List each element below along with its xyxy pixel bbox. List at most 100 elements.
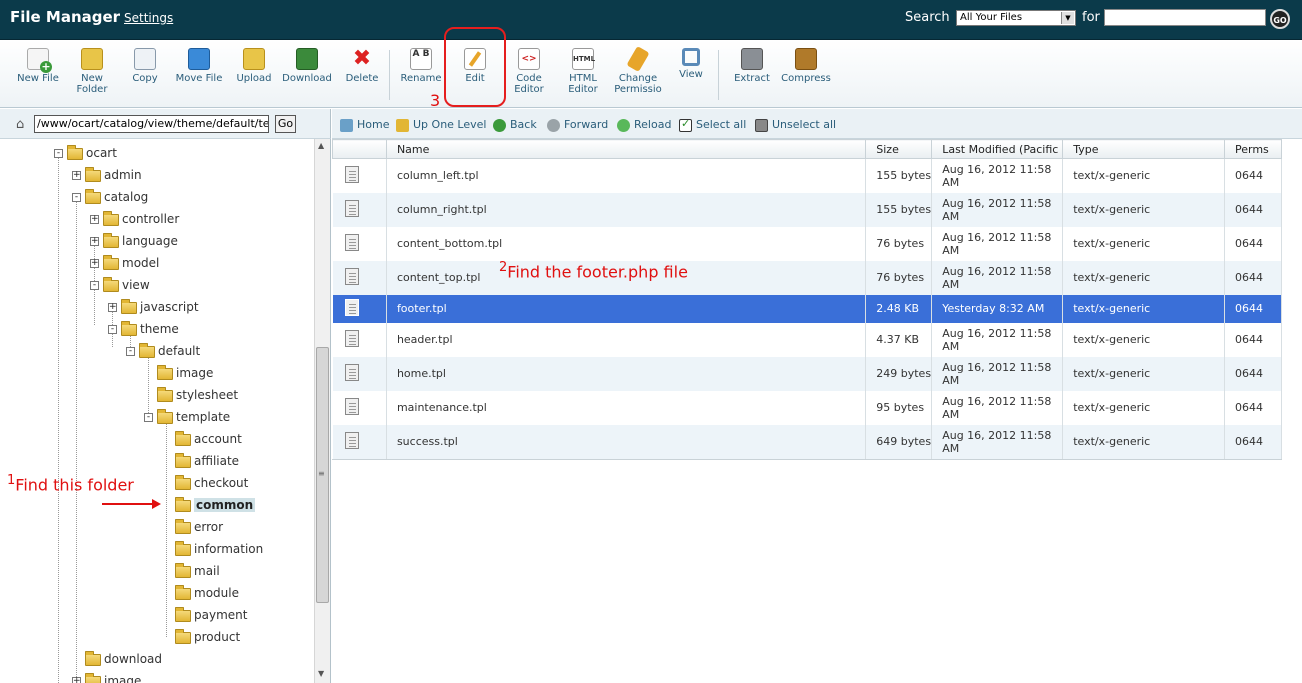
code-editor-button[interactable]: <> Code Editor [501,48,557,95]
tree-item-javascript[interactable]: + javascript [108,298,199,316]
new-folder-button[interactable]: New Folder [64,48,120,95]
column-header-modified[interactable]: Last Modified (Pacific Daylight Time) [931,139,1064,159]
tree-item-common[interactable]: common [175,496,256,514]
nav-forward-button[interactable]: Forward [547,118,608,132]
rename-button[interactable]: A B Rename [393,48,449,84]
column-header-size[interactable]: Size [865,139,933,159]
tree-item-module[interactable]: module [175,584,239,602]
view-button[interactable]: View [663,48,719,80]
expand-icon[interactable]: + [90,259,99,268]
delete-button[interactable]: ✖ Delete [334,48,390,85]
table-row[interactable]: success.tpl 649 bytes Aug 16, 2012 11:58… [332,424,1283,459]
nav-back-button[interactable]: Back [493,118,537,132]
table-row[interactable]: header.tpl 4.37 KB Aug 16, 2012 11:58 AM… [332,322,1283,357]
expand-icon[interactable]: + [72,677,81,683]
nav-up-button[interactable]: Up One Level [396,118,486,132]
move-file-button[interactable]: Move File [171,48,227,84]
download-button[interactable]: Download [279,48,335,84]
expand-icon[interactable]: + [72,171,81,180]
tree-item-affiliate[interactable]: affiliate [175,452,239,470]
tree-item-stylesheet[interactable]: stylesheet [157,386,238,404]
tree-item-checkout[interactable]: checkout [175,474,248,492]
search-input[interactable] [1104,9,1266,26]
nav-unselect-all-button[interactable]: Unselect all [755,118,836,132]
tree-item-image[interactable]: image [157,364,213,382]
folder-icon [103,254,119,270]
path-input[interactable]: /www/ocart/catalog/view/theme/default/te… [34,115,269,133]
table-row[interactable]: home.tpl 249 bytes Aug 16, 2012 11:58 AM… [332,356,1283,391]
tree-item-default[interactable]: - default [126,342,200,360]
tree-item-account[interactable]: account [175,430,242,448]
column-header-perms[interactable]: Perms [1223,139,1283,159]
copy-button[interactable]: Copy [117,48,173,84]
table-row[interactable]: maintenance.tpl 95 bytes Aug 16, 2012 11… [332,390,1283,425]
nav-reload-button[interactable]: Reload [617,118,671,132]
table-row[interactable]: content_bottom.tpl 76 bytes Aug 16, 2012… [332,226,1283,261]
search-scope-select[interactable]: All Your Files ▼ [956,10,1076,26]
tree-item-error[interactable]: error [175,518,223,536]
path-go-button[interactable]: Go [275,115,296,133]
tree-scrollbar[interactable]: ▲ ≡ ▼ [314,139,331,683]
scroll-down-icon[interactable]: ▼ [318,669,324,678]
collapse-icon[interactable]: - [126,347,135,356]
tree-item-label: common [194,498,256,512]
extract-button[interactable]: Extract [724,48,780,84]
file-icon [344,233,359,251]
change-permissions-button[interactable]: Change Permissio [609,45,667,95]
table-row-selected[interactable]: footer.tpl 2.48 KB Yesterday 8:32 AM tex… [332,294,1283,323]
table-row[interactable]: column_right.tpl 155 bytes Aug 16, 2012 … [332,192,1283,227]
tree-item-model[interactable]: + model [90,254,159,272]
file-perms: 0644 [1224,226,1283,261]
expand-icon[interactable]: + [90,215,99,224]
nav-select-all-button[interactable]: Select all [679,117,746,132]
expand-icon[interactable]: + [90,237,99,246]
collapse-icon[interactable]: - [144,413,153,422]
tree-item-download[interactable]: download [85,650,162,668]
html-editor-button[interactable]: HTML HTML Editor [555,48,611,95]
table-row[interactable]: content_top.tpl 76 bytes Aug 16, 2012 11… [332,260,1283,295]
annotation-step-2-text: Find the footer.php file [507,262,688,282]
file-perms: 0644 [1224,356,1283,391]
tree-item-template[interactable]: - template [144,408,230,426]
tree-item-language[interactable]: + language [90,232,178,250]
tree-item-admin[interactable]: + admin [72,166,142,184]
compress-button[interactable]: Compress [778,48,834,84]
settings-link[interactable]: Settings [124,11,173,25]
tree-item-ocart[interactable]: - ocart [54,144,117,162]
file-modified: Aug 16, 2012 11:58 AM [931,260,1064,295]
chevron-down-icon[interactable]: ▼ [1061,12,1074,24]
collapse-icon[interactable]: - [108,325,117,334]
search-go-button[interactable]: GO [1270,9,1290,29]
file-type: text/x-generic [1062,260,1225,295]
tree-item-payment[interactable]: payment [175,606,247,624]
tree-item-mail[interactable]: mail [175,562,220,580]
nav-unselect-all-label: Unselect all [772,118,837,131]
column-header-name[interactable]: Name [385,139,867,159]
tree-item-catalog[interactable]: - catalog [72,188,148,206]
file-table: Name Size Last Modified (Pacific Dayligh… [332,139,1283,459]
table-row[interactable]: column_left.tpl 155 bytes Aug 16, 2012 1… [332,158,1283,193]
folder-icon [103,210,119,226]
home-icon[interactable]: ⌂ [16,117,24,132]
scroll-up-icon[interactable]: ▲ [318,141,324,150]
tree-item-information[interactable]: information [175,540,263,558]
nav-home-button[interactable]: Home [340,118,389,132]
folder-icon [85,166,101,182]
column-header-type[interactable]: Type [1062,139,1225,159]
app-title: File Manager [10,8,121,26]
tree-item-image-root[interactable]: + image [72,672,141,683]
tree-item-view[interactable]: - view [90,276,150,294]
tree-item-controller[interactable]: + controller [90,210,179,228]
tree-item-product[interactable]: product [175,628,240,646]
file-modified: Aug 16, 2012 11:58 AM [931,424,1064,459]
upload-button[interactable]: Upload [226,48,282,84]
search-label: Search [905,10,950,25]
new-file-button[interactable]: New File [10,48,66,84]
collapse-icon[interactable]: - [54,149,63,158]
tree-item-theme[interactable]: - theme [108,320,179,338]
collapse-icon[interactable]: - [72,193,81,202]
html-editor-label: HTML Editor [568,73,598,95]
collapse-icon[interactable]: - [90,281,99,290]
expand-icon[interactable]: + [108,303,117,312]
copy-label: Copy [132,73,158,84]
